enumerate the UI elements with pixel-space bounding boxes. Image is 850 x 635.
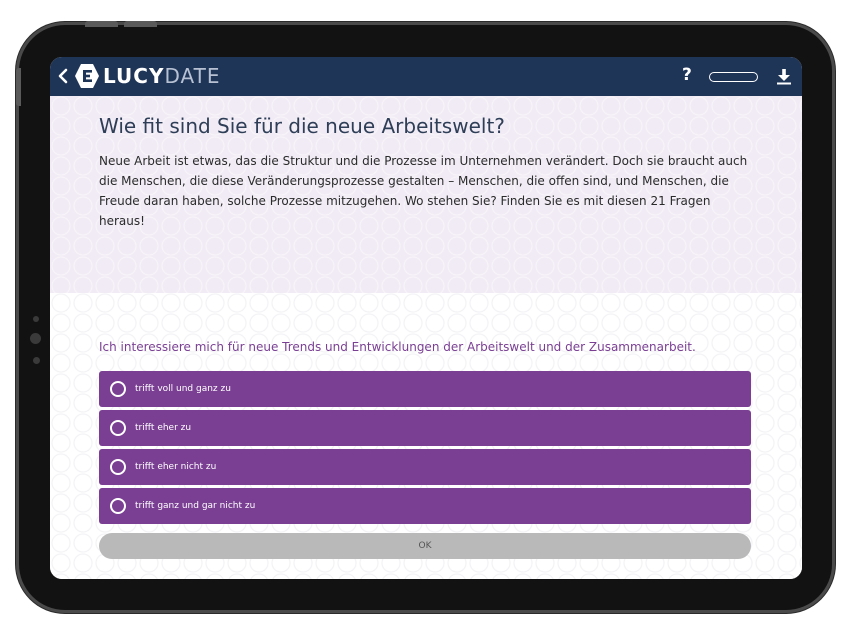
question-text: Ich interessiere mich für neue Trends un… xyxy=(99,340,696,354)
answer-option-label: trifft eher zu xyxy=(135,423,192,433)
answer-option[interactable]: trifft eher nicht zu xyxy=(99,449,751,485)
lucydate-logo-icon xyxy=(75,64,99,88)
answer-option-label: trifft eher nicht zu xyxy=(135,462,217,472)
radio-empty-icon[interactable] xyxy=(110,381,126,397)
intro-text: Neue Arbeit ist etwas, das die Struktur … xyxy=(99,154,748,228)
page-title: Wie fit sind Sie für die neue Arbeitswel… xyxy=(99,114,505,138)
app-screen: LUCYDATE ? Wie fit sind Sie für die neue… xyxy=(50,57,802,579)
app-logo: LUCYDATE xyxy=(103,64,220,88)
chevron-left-icon[interactable] xyxy=(54,66,74,86)
radio-empty-icon[interactable] xyxy=(110,498,126,514)
radio-empty-icon[interactable] xyxy=(110,420,126,436)
answer-option[interactable]: trifft ganz und gar nicht zu xyxy=(99,488,751,524)
intro-section: Wie fit sind Sie für die neue Arbeitswel… xyxy=(50,96,802,293)
device-top-button xyxy=(124,21,157,27)
top-bar: LUCYDATE ? xyxy=(50,57,802,96)
answer-option-label: trifft voll und ganz zu xyxy=(135,384,231,394)
device-camera xyxy=(30,333,41,344)
ok-button[interactable]: OK xyxy=(99,533,751,559)
device-side-button xyxy=(16,68,21,106)
device-top-button xyxy=(85,21,118,27)
device-camera xyxy=(33,316,39,322)
logo-text-bold: LUCY xyxy=(103,64,165,88)
answer-option-label: trifft ganz und gar nicht zu xyxy=(135,501,256,511)
question-section: Ich interessiere mich für neue Trends un… xyxy=(50,293,802,579)
question-mark-icon[interactable]: ? xyxy=(682,64,692,86)
answer-option[interactable]: trifft eher zu xyxy=(99,410,751,446)
radio-empty-icon[interactable] xyxy=(110,459,126,475)
device-camera xyxy=(33,357,40,364)
download-icon[interactable] xyxy=(776,68,792,85)
logo-text-light: DATE xyxy=(164,64,221,88)
progress-pill xyxy=(709,72,758,82)
answer-option[interactable]: trifft voll und ganz zu xyxy=(99,371,751,407)
